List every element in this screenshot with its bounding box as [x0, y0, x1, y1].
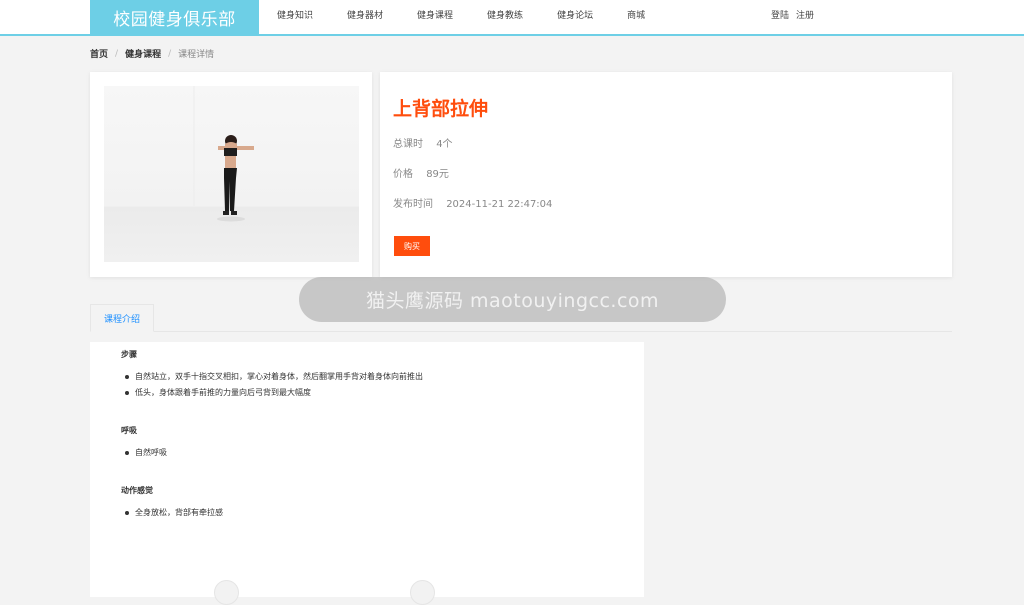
steps-heading: 步骤	[121, 350, 137, 359]
buy-button[interactable]: 购买	[394, 236, 430, 256]
stretching-woman-image	[193, 86, 254, 222]
carousel-dot[interactable]	[214, 580, 239, 605]
tab-course-intro[interactable]: 课程介绍	[90, 304, 154, 332]
breadcrumb-courses[interactable]: 健身课程	[125, 47, 161, 60]
list-item: 低头，身体跟着手前推的力量向后弓背到最大幅度	[125, 387, 311, 398]
nav-item-courses[interactable]: 健身课程	[406, 0, 464, 34]
lessons-label: 总课时	[393, 139, 423, 150]
course-photo	[104, 86, 359, 262]
site-logo[interactable]: 校园健身俱乐部	[90, 0, 259, 34]
breadcrumb-home[interactable]: 首页	[90, 47, 108, 60]
course-info-card: 上背部拉伸 总课时 4个 价格 89元 发布时间 2024-11-21 22:4…	[380, 72, 952, 277]
course-title: 上背部拉伸	[393, 98, 489, 120]
watermark: 猫头鹰源码 maotouyingcc.com	[299, 277, 726, 322]
nav-item-fitness-knowledge[interactable]: 健身知识	[266, 0, 324, 34]
price-row: 价格 89元	[393, 165, 449, 180]
course-image-card	[90, 72, 372, 277]
publish-label: 发布时间	[393, 199, 433, 210]
nav-item-equipment[interactable]: 健身器材	[336, 0, 394, 34]
top-header: 校园健身俱乐部 健身知识 健身器材 健身课程 健身教练 健身论坛 商城 登陆 注…	[0, 0, 1024, 36]
breadcrumb-separator: /	[168, 48, 172, 59]
main-nav: 健身知识 健身器材 健身课程 健身教练 健身论坛 商城	[266, 0, 668, 34]
nav-item-forum[interactable]: 健身论坛	[546, 0, 604, 34]
auth-links: 登陆 注册	[771, 0, 821, 34]
breadcrumb-separator: /	[115, 48, 119, 59]
publish-value: 2024-11-21 22:47:04	[446, 199, 553, 210]
list-item: 自然站立，双手十指交叉相扣，掌心对着身体，然后翻掌用手背对着身体向前推出	[125, 371, 423, 382]
publish-row: 发布时间 2024-11-21 22:47:04	[393, 195, 552, 210]
price-value: 89元	[426, 169, 449, 180]
list-item: 自然呼吸	[125, 447, 167, 458]
price-label: 价格	[393, 169, 413, 180]
list-item: 全身放松，背部有牵拉感	[125, 507, 223, 518]
feel-heading: 动作感觉	[121, 486, 153, 495]
lessons-value: 4个	[436, 139, 453, 150]
nav-item-shop[interactable]: 商城	[616, 0, 656, 34]
breath-heading: 呼吸	[121, 426, 137, 435]
nav-item-coaches[interactable]: 健身教练	[476, 0, 534, 34]
course-intro-content: 步骤 自然站立，双手十指交叉相扣，掌心对着身体，然后翻掌用手背对着身体向前推出 …	[90, 342, 644, 605]
register-link[interactable]: 注册	[796, 0, 814, 34]
lessons-row: 总课时 4个	[393, 135, 453, 150]
login-link[interactable]: 登陆	[771, 0, 789, 34]
breadcrumb: 首页 / 健身课程 / 课程详情	[90, 47, 215, 61]
carousel-dot[interactable]	[410, 580, 435, 605]
breadcrumb-current: 课程详情	[178, 50, 215, 60]
